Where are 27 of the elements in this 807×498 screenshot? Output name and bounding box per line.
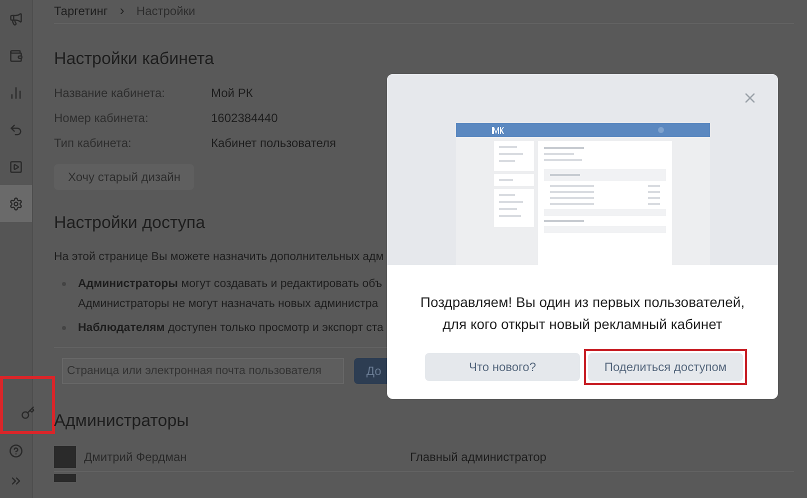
field-value: 1602384440: [211, 110, 278, 126]
megaphone-icon[interactable]: [9, 12, 23, 26]
avatar-placeholder: [54, 474, 76, 482]
sidebar-item[interactable]: [0, 185, 32, 222]
admin-role: Главный администратор: [410, 449, 546, 466]
field-value: Кабинет пользователя: [211, 134, 336, 152]
section-title: Настройки кабинета: [54, 48, 215, 70]
key-icon[interactable]: [20, 406, 34, 420]
modal-message: Поздравляем! Вы один из первых пользователей, для кого открыт новый рекламный кабинет: [419, 293, 746, 334]
play-icon[interactable]: [9, 160, 23, 174]
settings-icon[interactable]: [9, 196, 23, 210]
modal-button[interactable]: Что нового?: [425, 353, 580, 381]
breadcrumb-link[interactable]: Таргетинг: [54, 2, 108, 20]
highlight-frame[interactable]: [0, 376, 55, 434]
avatar-placeholder: [54, 446, 76, 468]
bullet-text: Наблюдателям доступен только просмотр и экспорт ста: [78, 320, 384, 336]
wallet-icon[interactable]: [9, 48, 23, 62]
field-value: Мой РК: [211, 84, 253, 102]
section-title: Настройки доступа: [54, 212, 206, 234]
help-icon[interactable]: [9, 444, 23, 458]
bullet-text: Администраторы могут создавать и редактировать объ: [78, 277, 382, 292]
breadcrumb-separator: ›: [120, 1, 124, 20]
bar-chart-icon[interactable]: [9, 86, 23, 100]
undo-arrow-icon[interactable]: [9, 122, 23, 136]
modal-button[interactable]: Поделиться доступом: [588, 353, 743, 381]
bullet-text: Администраторы не могут назначать новых администра: [78, 296, 380, 312]
intro-text: На этой странице Вы можете назначить дополнительных адм: [54, 250, 385, 265]
